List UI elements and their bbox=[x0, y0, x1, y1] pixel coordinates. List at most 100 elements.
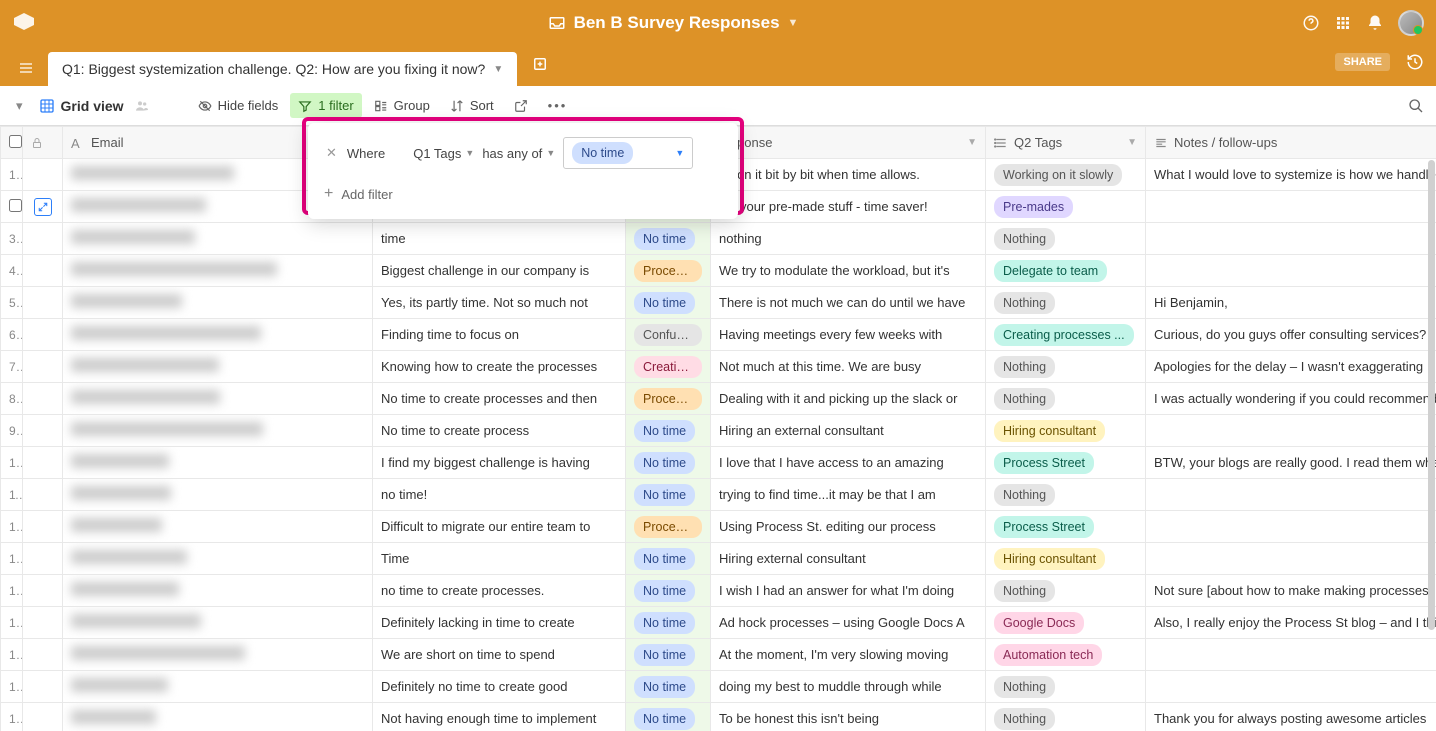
filter-field-select[interactable]: Q1 Tags▼ bbox=[413, 146, 474, 161]
cell-notes[interactable]: Curious, do you guys offer consulting se… bbox=[1146, 319, 1436, 351]
view-menu-caret-icon[interactable]: ▾ bbox=[12, 94, 27, 118]
cell-email[interactable] bbox=[63, 287, 373, 319]
cell-q2tags[interactable]: Delegate to team bbox=[986, 255, 1146, 287]
row-select-cell[interactable]: 15 bbox=[1, 607, 23, 639]
cell-q1tags[interactable]: No time bbox=[626, 703, 711, 731]
cell-q1[interactable]: No time to create process bbox=[373, 415, 626, 447]
row-select-cell[interactable]: 11 bbox=[1, 479, 23, 511]
cell-q1[interactable]: Finding time to focus on bbox=[373, 319, 626, 351]
row-select-cell[interactable]: 14 bbox=[1, 575, 23, 607]
cell-email[interactable] bbox=[63, 319, 373, 351]
table-row[interactable]: 16We are short on time to spendNo timeAt… bbox=[1, 639, 1436, 671]
column-header-notes[interactable]: Notes / follow-ups bbox=[1146, 127, 1436, 159]
cell-email[interactable] bbox=[63, 255, 373, 287]
row-select-cell[interactable]: 17 bbox=[1, 671, 23, 703]
table-row[interactable]: 11 no time!No timetrying to find time...i… bbox=[1, 479, 1436, 511]
cell-notes[interactable]: What I would love to systemize is how we… bbox=[1146, 159, 1436, 191]
cell-response[interactable]: Hiring external consultant bbox=[711, 543, 986, 575]
row-select-cell[interactable]: 4 bbox=[1, 255, 23, 287]
cell-q1tags[interactable]: Process ... bbox=[626, 511, 711, 543]
cell-response[interactable]: We try to modulate the workload, but it'… bbox=[711, 255, 986, 287]
cell-q2tags[interactable]: Hiring consultant bbox=[986, 415, 1146, 447]
row-select-cell[interactable]: 16 bbox=[1, 639, 23, 671]
cell-q1tags[interactable]: No time bbox=[626, 575, 711, 607]
row-select-cell[interactable]: 12 bbox=[1, 511, 23, 543]
cell-q2tags[interactable]: Nothing bbox=[986, 223, 1146, 255]
base-title[interactable]: Ben B Survey Responses bbox=[574, 13, 780, 33]
tab-caret-icon[interactable]: ▼ bbox=[493, 64, 503, 75]
cell-notes[interactable] bbox=[1146, 511, 1436, 543]
filter-value-select[interactable]: No time ▼ bbox=[563, 137, 693, 169]
row-select-cell[interactable]: 9 bbox=[1, 415, 23, 447]
cell-q2tags[interactable]: Nothing bbox=[986, 671, 1146, 703]
row-select-cell[interactable]: 5 bbox=[1, 287, 23, 319]
cell-email[interactable] bbox=[63, 479, 373, 511]
cell-notes[interactable]: Also, I really enjoy the Process St blog… bbox=[1146, 607, 1436, 639]
cell-response[interactable]: nothing bbox=[711, 223, 986, 255]
hide-fields-button[interactable]: Hide fields bbox=[190, 93, 287, 118]
group-button[interactable]: Group bbox=[366, 93, 438, 118]
remove-filter-button[interactable]: ✕ bbox=[324, 143, 339, 163]
cell-q1tags[interactable]: No time bbox=[626, 671, 711, 703]
vertical-scrollbar[interactable] bbox=[1428, 160, 1435, 630]
add-filter-button[interactable]: + Add filter bbox=[324, 185, 722, 203]
cell-notes[interactable] bbox=[1146, 543, 1436, 575]
cell-q2tags[interactable]: Nothing bbox=[986, 575, 1146, 607]
cell-q1tags[interactable]: No time bbox=[626, 479, 711, 511]
cell-notes[interactable] bbox=[1146, 223, 1436, 255]
cell-email[interactable] bbox=[63, 383, 373, 415]
cell-q1[interactable]: no time! bbox=[373, 479, 626, 511]
table-row[interactable]: 7Knowing how to create the processesCrea… bbox=[1, 351, 1436, 383]
cell-response[interactable]: I wish I had an answer for what I'm doin… bbox=[711, 575, 986, 607]
cell-q2tags[interactable]: Process Street bbox=[986, 447, 1146, 479]
table-row[interactable]: 6Finding time to focus onConfuse...Havin… bbox=[1, 319, 1436, 351]
cell-q1[interactable]: Biggest challenge in our company is bbox=[373, 255, 626, 287]
cell-response[interactable]: doing my best to muddle through while bbox=[711, 671, 986, 703]
chevron-down-icon[interactable]: ▼ bbox=[1127, 137, 1137, 148]
base-title-caret-icon[interactable]: ▼ bbox=[788, 17, 799, 29]
cell-q2tags[interactable]: Nothing bbox=[986, 351, 1146, 383]
cell-q1[interactable]: Definitely no time to create good bbox=[373, 671, 626, 703]
cell-notes[interactable] bbox=[1146, 255, 1436, 287]
cell-response[interactable]: trying to find time...it may be that I a… bbox=[711, 479, 986, 511]
table-row[interactable]: 15Definitely lacking in time to createNo… bbox=[1, 607, 1436, 639]
row-select-cell[interactable]: 1 bbox=[1, 159, 23, 191]
help-icon[interactable] bbox=[1302, 14, 1320, 32]
cell-notes[interactable]: Hi Benjamin, bbox=[1146, 287, 1436, 319]
cell-q1[interactable]: Yes, its partly time. Not so much not bbox=[373, 287, 626, 319]
cell-notes[interactable]: Apologies for the delay – I wasn't exagg… bbox=[1146, 351, 1436, 383]
cell-q1tags[interactable]: Process ... bbox=[626, 383, 711, 415]
chevron-down-icon[interactable]: ▼ bbox=[967, 137, 977, 148]
cell-notes[interactable]: Thank you for always posting awesome art… bbox=[1146, 703, 1436, 731]
column-header-response[interactable]: response▼ bbox=[711, 127, 986, 159]
cell-email[interactable] bbox=[63, 223, 373, 255]
add-table-button[interactable] bbox=[525, 49, 555, 79]
bell-icon[interactable] bbox=[1366, 14, 1384, 32]
select-all-checkbox[interactable] bbox=[9, 135, 22, 148]
cell-email[interactable] bbox=[63, 447, 373, 479]
column-header-q2tags[interactable]: Q2 Tags▼ bbox=[986, 127, 1146, 159]
cell-email[interactable] bbox=[63, 607, 373, 639]
table-row[interactable]: 17 Definitely no time to create goodNo ti… bbox=[1, 671, 1436, 703]
cell-email[interactable] bbox=[63, 703, 373, 731]
row-select-cell[interactable]: 6 bbox=[1, 319, 23, 351]
cell-q1tags[interactable]: Creating... bbox=[626, 351, 711, 383]
cell-response[interactable]: There is not much we can do until we hav… bbox=[711, 287, 986, 319]
cell-response[interactable]: Ad hock processes – using Google Docs A bbox=[711, 607, 986, 639]
more-button[interactable]: ••• bbox=[540, 93, 576, 118]
filter-operator-select[interactable]: has any of▼ bbox=[482, 146, 555, 161]
table-row[interactable]: 12Difficult to migrate our entire team t… bbox=[1, 511, 1436, 543]
cell-q1[interactable]: time bbox=[373, 223, 626, 255]
cell-email[interactable] bbox=[63, 415, 373, 447]
cell-q2tags[interactable]: Creating processes ... bbox=[986, 319, 1146, 351]
cell-email[interactable] bbox=[63, 351, 373, 383]
search-button[interactable] bbox=[1408, 98, 1424, 114]
cell-notes[interactable] bbox=[1146, 639, 1436, 671]
cell-q1tags[interactable]: No time bbox=[626, 543, 711, 575]
cell-q1[interactable]: I find my biggest challenge is having bbox=[373, 447, 626, 479]
row-select-cell[interactable]: 7 bbox=[1, 351, 23, 383]
select-all-header[interactable] bbox=[1, 127, 23, 159]
cell-notes[interactable]: I was actually wondering if you could re… bbox=[1146, 383, 1436, 415]
cell-q2tags[interactable]: Hiring consultant bbox=[986, 543, 1146, 575]
table-row[interactable]: 5Yes, its partly time. Not so much notNo… bbox=[1, 287, 1436, 319]
